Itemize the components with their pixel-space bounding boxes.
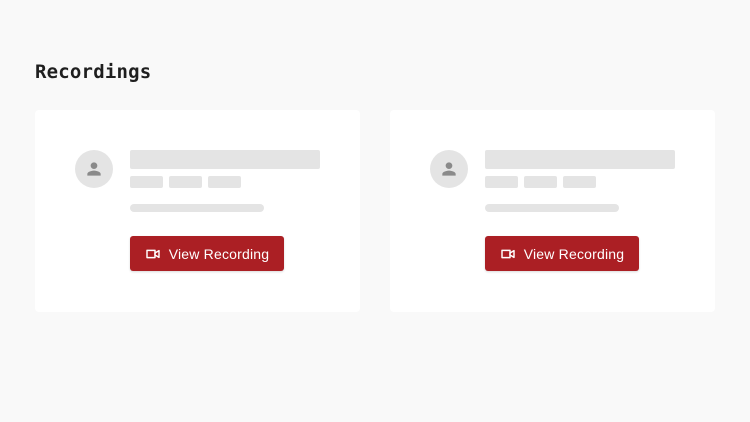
tag-placeholder bbox=[169, 176, 202, 188]
page-title: Recordings bbox=[35, 61, 152, 83]
title-placeholder bbox=[485, 150, 675, 169]
person-icon bbox=[442, 162, 456, 176]
tag-placeholder bbox=[485, 176, 518, 188]
video-camera-icon bbox=[145, 246, 161, 262]
person-icon bbox=[87, 162, 101, 176]
tag-placeholder bbox=[130, 176, 163, 188]
avatar bbox=[430, 150, 468, 188]
recording-card: View Recording bbox=[35, 110, 360, 312]
tag-placeholder bbox=[208, 176, 241, 188]
meta-placeholder bbox=[485, 204, 619, 212]
tag-placeholder bbox=[563, 176, 596, 188]
view-recording-button[interactable]: View Recording bbox=[130, 236, 284, 271]
view-recording-label: View Recording bbox=[168, 245, 270, 262]
tag-placeholder bbox=[524, 176, 557, 188]
title-placeholder bbox=[130, 150, 320, 169]
view-recording-label: View Recording bbox=[523, 245, 625, 262]
video-camera-icon bbox=[500, 246, 516, 262]
meta-placeholder bbox=[130, 204, 264, 212]
avatar bbox=[75, 150, 113, 188]
view-recording-button[interactable]: View Recording bbox=[485, 236, 639, 271]
recording-card: View Recording bbox=[390, 110, 715, 312]
